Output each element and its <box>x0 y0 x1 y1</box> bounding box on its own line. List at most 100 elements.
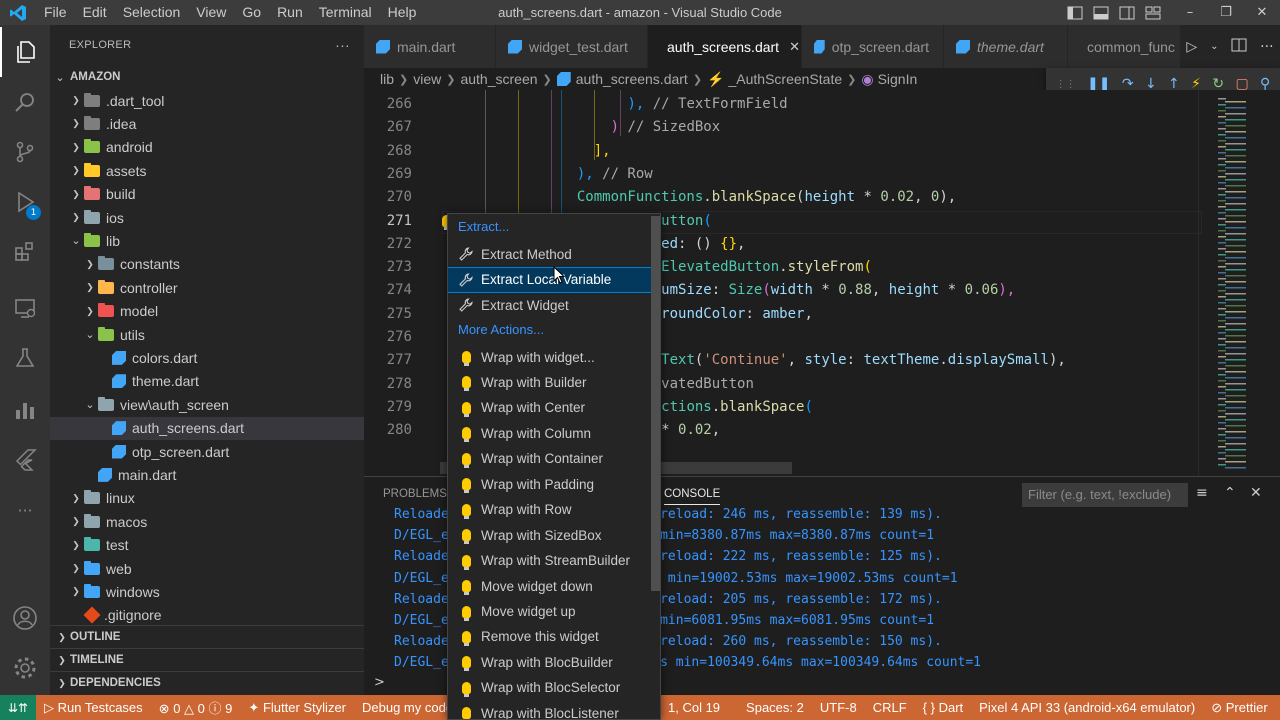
tree-folder[interactable]: ❯ linux <box>50 487 364 510</box>
menu-help[interactable]: Help <box>380 0 425 25</box>
prettier-button[interactable]: ⊘ Prettier <box>1203 700 1275 716</box>
tree-folder[interactable]: ❯ macos <box>50 510 364 533</box>
quick-fix-action-item[interactable]: Move widget down <box>448 574 653 598</box>
tab-console[interactable]: CONSOLE <box>664 488 721 505</box>
close-panel-icon[interactable]: ✕ <box>1250 485 1262 501</box>
section-timeline[interactable]: ❯ TIMELINE <box>50 648 364 671</box>
quick-fix-action-item[interactable]: Wrap with Container <box>448 447 653 471</box>
device-selector[interactable]: Pixel 4 API 33 (android-x64 emulator) <box>971 700 1203 715</box>
tree-folder[interactable]: ❯ assets <box>50 159 364 182</box>
tree-folder[interactable]: ❯ web <box>50 557 364 580</box>
tree-folder[interactable]: ⌄ utils <box>50 323 364 346</box>
remote-explorer-icon[interactable] <box>0 283 50 333</box>
editor-tab[interactable]: theme.dart <box>944 25 1068 68</box>
breadcrumb-item[interactable]: _AuthScreenState <box>728 71 842 87</box>
cursor-position[interactable]: 1, Col 19 <box>660 700 728 715</box>
line-ending[interactable]: CRLF <box>865 700 915 715</box>
chevron-down-icon[interactable]: ⌄ <box>1210 41 1218 52</box>
run-debug-icon[interactable]: 1 <box>0 177 50 227</box>
settings-gear-icon[interactable] <box>0 643 50 693</box>
menu-view[interactable]: View <box>188 0 234 25</box>
quick-fix-action-item[interactable]: Wrap with BlocSelector <box>448 676 653 700</box>
breadcrumb-item[interactable]: auth_screens.dart <box>576 71 688 87</box>
tree-folder[interactable]: ❯ .dart_tool <box>50 89 364 112</box>
language-mode[interactable]: { } Dart <box>915 700 971 715</box>
project-folder-header[interactable]: ⌄ AMAZON <box>50 65 364 89</box>
editor-tab[interactable]: otp_screen.dart <box>802 25 944 68</box>
tree-folder[interactable]: ❯ .idea <box>50 112 364 135</box>
tree-file[interactable]: main.dart <box>50 463 364 486</box>
editor-tab[interactable]: common_func <box>1068 25 1188 68</box>
restore-icon[interactable]: ❐ <box>1208 0 1244 25</box>
tree-folder[interactable]: ⌄ lib <box>50 229 364 252</box>
menu-run[interactable]: Run <box>269 0 311 25</box>
editor-tab[interactable]: main.dart <box>364 25 496 68</box>
word-wrap-icon[interactable]: ≡ <box>1196 485 1208 501</box>
minimize-icon[interactable]: – <box>1172 0 1208 25</box>
filter-input[interactable]: Filter (e.g. text, !exclude) <box>1022 483 1188 507</box>
quick-fix-action-item[interactable]: Wrap with BlocListener <box>448 701 653 719</box>
toggle-secondary-sidebar-icon[interactable] <box>1114 0 1140 25</box>
vertical-scrollbar[interactable] <box>1198 90 1212 476</box>
quick-fix-action-item[interactable]: Move widget up <box>448 600 653 624</box>
quick-fix-action-item[interactable]: Wrap with StreamBuilder <box>448 549 653 573</box>
chart-icon[interactable] <box>0 385 50 435</box>
search-icon[interactable] <box>0 77 50 127</box>
tree-folder[interactable]: ❯ test <box>50 534 364 557</box>
tree-folder[interactable]: ❯ build <box>50 183 364 206</box>
quick-fix-extract-item[interactable]: Extract Local Variable <box>448 266 654 293</box>
tree-folder[interactable]: ⌄ view\auth_screen <box>50 393 364 416</box>
tree-file[interactable]: otp_screen.dart <box>50 440 364 463</box>
tree-folder[interactable]: ❯ ios <box>50 206 364 229</box>
customize-layout-icon[interactable] <box>1140 0 1166 25</box>
quick-fix-action-item[interactable]: Remove this widget <box>448 625 653 649</box>
explorer-icon[interactable] <box>0 27 50 77</box>
tree-folder[interactable]: ❯ android <box>50 136 364 159</box>
run-testcases-button[interactable]: ▷ Run Testcases <box>36 700 151 716</box>
notifications-icon[interactable]: 🔔 <box>1276 700 1280 716</box>
tree-folder[interactable]: ❯ controller <box>50 276 364 299</box>
menu-terminal[interactable]: Terminal <box>311 0 380 25</box>
tree-folder[interactable]: ❯ model <box>50 300 364 323</box>
breadcrumb-item[interactable]: auth_screen <box>460 71 537 87</box>
menu-selection[interactable]: Selection <box>115 0 189 25</box>
quick-fix-action-item[interactable]: Wrap with Column <box>448 421 653 445</box>
debug-my-code-button[interactable]: Debug my code <box>354 700 461 715</box>
flutter-stylizer-button[interactable]: ✦ Flutter Stylizer <box>240 700 354 716</box>
quick-fix-extract-item[interactable]: Extract Method <box>448 242 653 266</box>
maximize-panel-icon[interactable]: ⌃ <box>1224 485 1236 501</box>
quick-fix-action-item[interactable]: Wrap with Padding <box>448 472 653 496</box>
menu-edit[interactable]: Edit <box>75 0 115 25</box>
breadcrumb-item[interactable]: SignIn <box>878 71 918 87</box>
section-dependencies[interactable]: ❯ DEPENDENCIES <box>50 671 364 694</box>
editor-tab[interactable]: widget_test.dart <box>496 25 648 68</box>
account-icon[interactable] <box>0 593 50 643</box>
remote-indicator-icon[interactable]: ⇊⇈ <box>0 695 36 720</box>
tree-folder[interactable]: ❯ windows <box>50 580 364 603</box>
quick-fix-action-item[interactable]: Wrap with widget... <box>448 345 653 369</box>
tree-folder[interactable]: ❯ constants <box>50 253 364 276</box>
split-editor-icon[interactable] <box>1231 38 1247 56</box>
toggle-panel-icon[interactable] <box>1088 0 1114 25</box>
tree-file[interactable]: .gitignore <box>50 604 364 627</box>
menu-file[interactable]: File <box>36 0 75 25</box>
encoding[interactable]: UTF-8 <box>812 700 865 715</box>
console-prompt[interactable]: > <box>374 675 385 690</box>
indentation[interactable]: Spaces: 2 <box>738 700 812 715</box>
quick-fix-extract-item[interactable]: Extract Widget <box>448 293 653 317</box>
quick-fix-action-item[interactable]: Wrap with BlocBuilder <box>448 650 653 674</box>
minimap[interactable] <box>1214 90 1274 476</box>
toggle-sidebar-icon[interactable] <box>1062 0 1088 25</box>
flutter-icon[interactable] <box>0 435 50 485</box>
menu-scrollbar[interactable] <box>651 216 660 591</box>
section-outline[interactable]: ❯ OUTLINE <box>50 625 364 648</box>
breadcrumb-item[interactable]: lib <box>380 71 394 87</box>
tree-file[interactable]: colors.dart <box>50 346 364 369</box>
quick-fix-action-item[interactable]: Wrap with Center <box>448 396 653 420</box>
problems-indicator[interactable]: ⊗ 0 △ 0 ⓘ 9 <box>151 698 241 717</box>
editor-tab[interactable]: auth_screens.dart ✕ <box>648 25 802 68</box>
tree-file[interactable]: auth_screens.dart <box>50 416 364 440</box>
quick-fix-action-item[interactable]: Wrap with Row <box>448 498 653 522</box>
menu-go[interactable]: Go <box>234 0 269 25</box>
explorer-more-icon[interactable]: ··· <box>335 37 350 53</box>
